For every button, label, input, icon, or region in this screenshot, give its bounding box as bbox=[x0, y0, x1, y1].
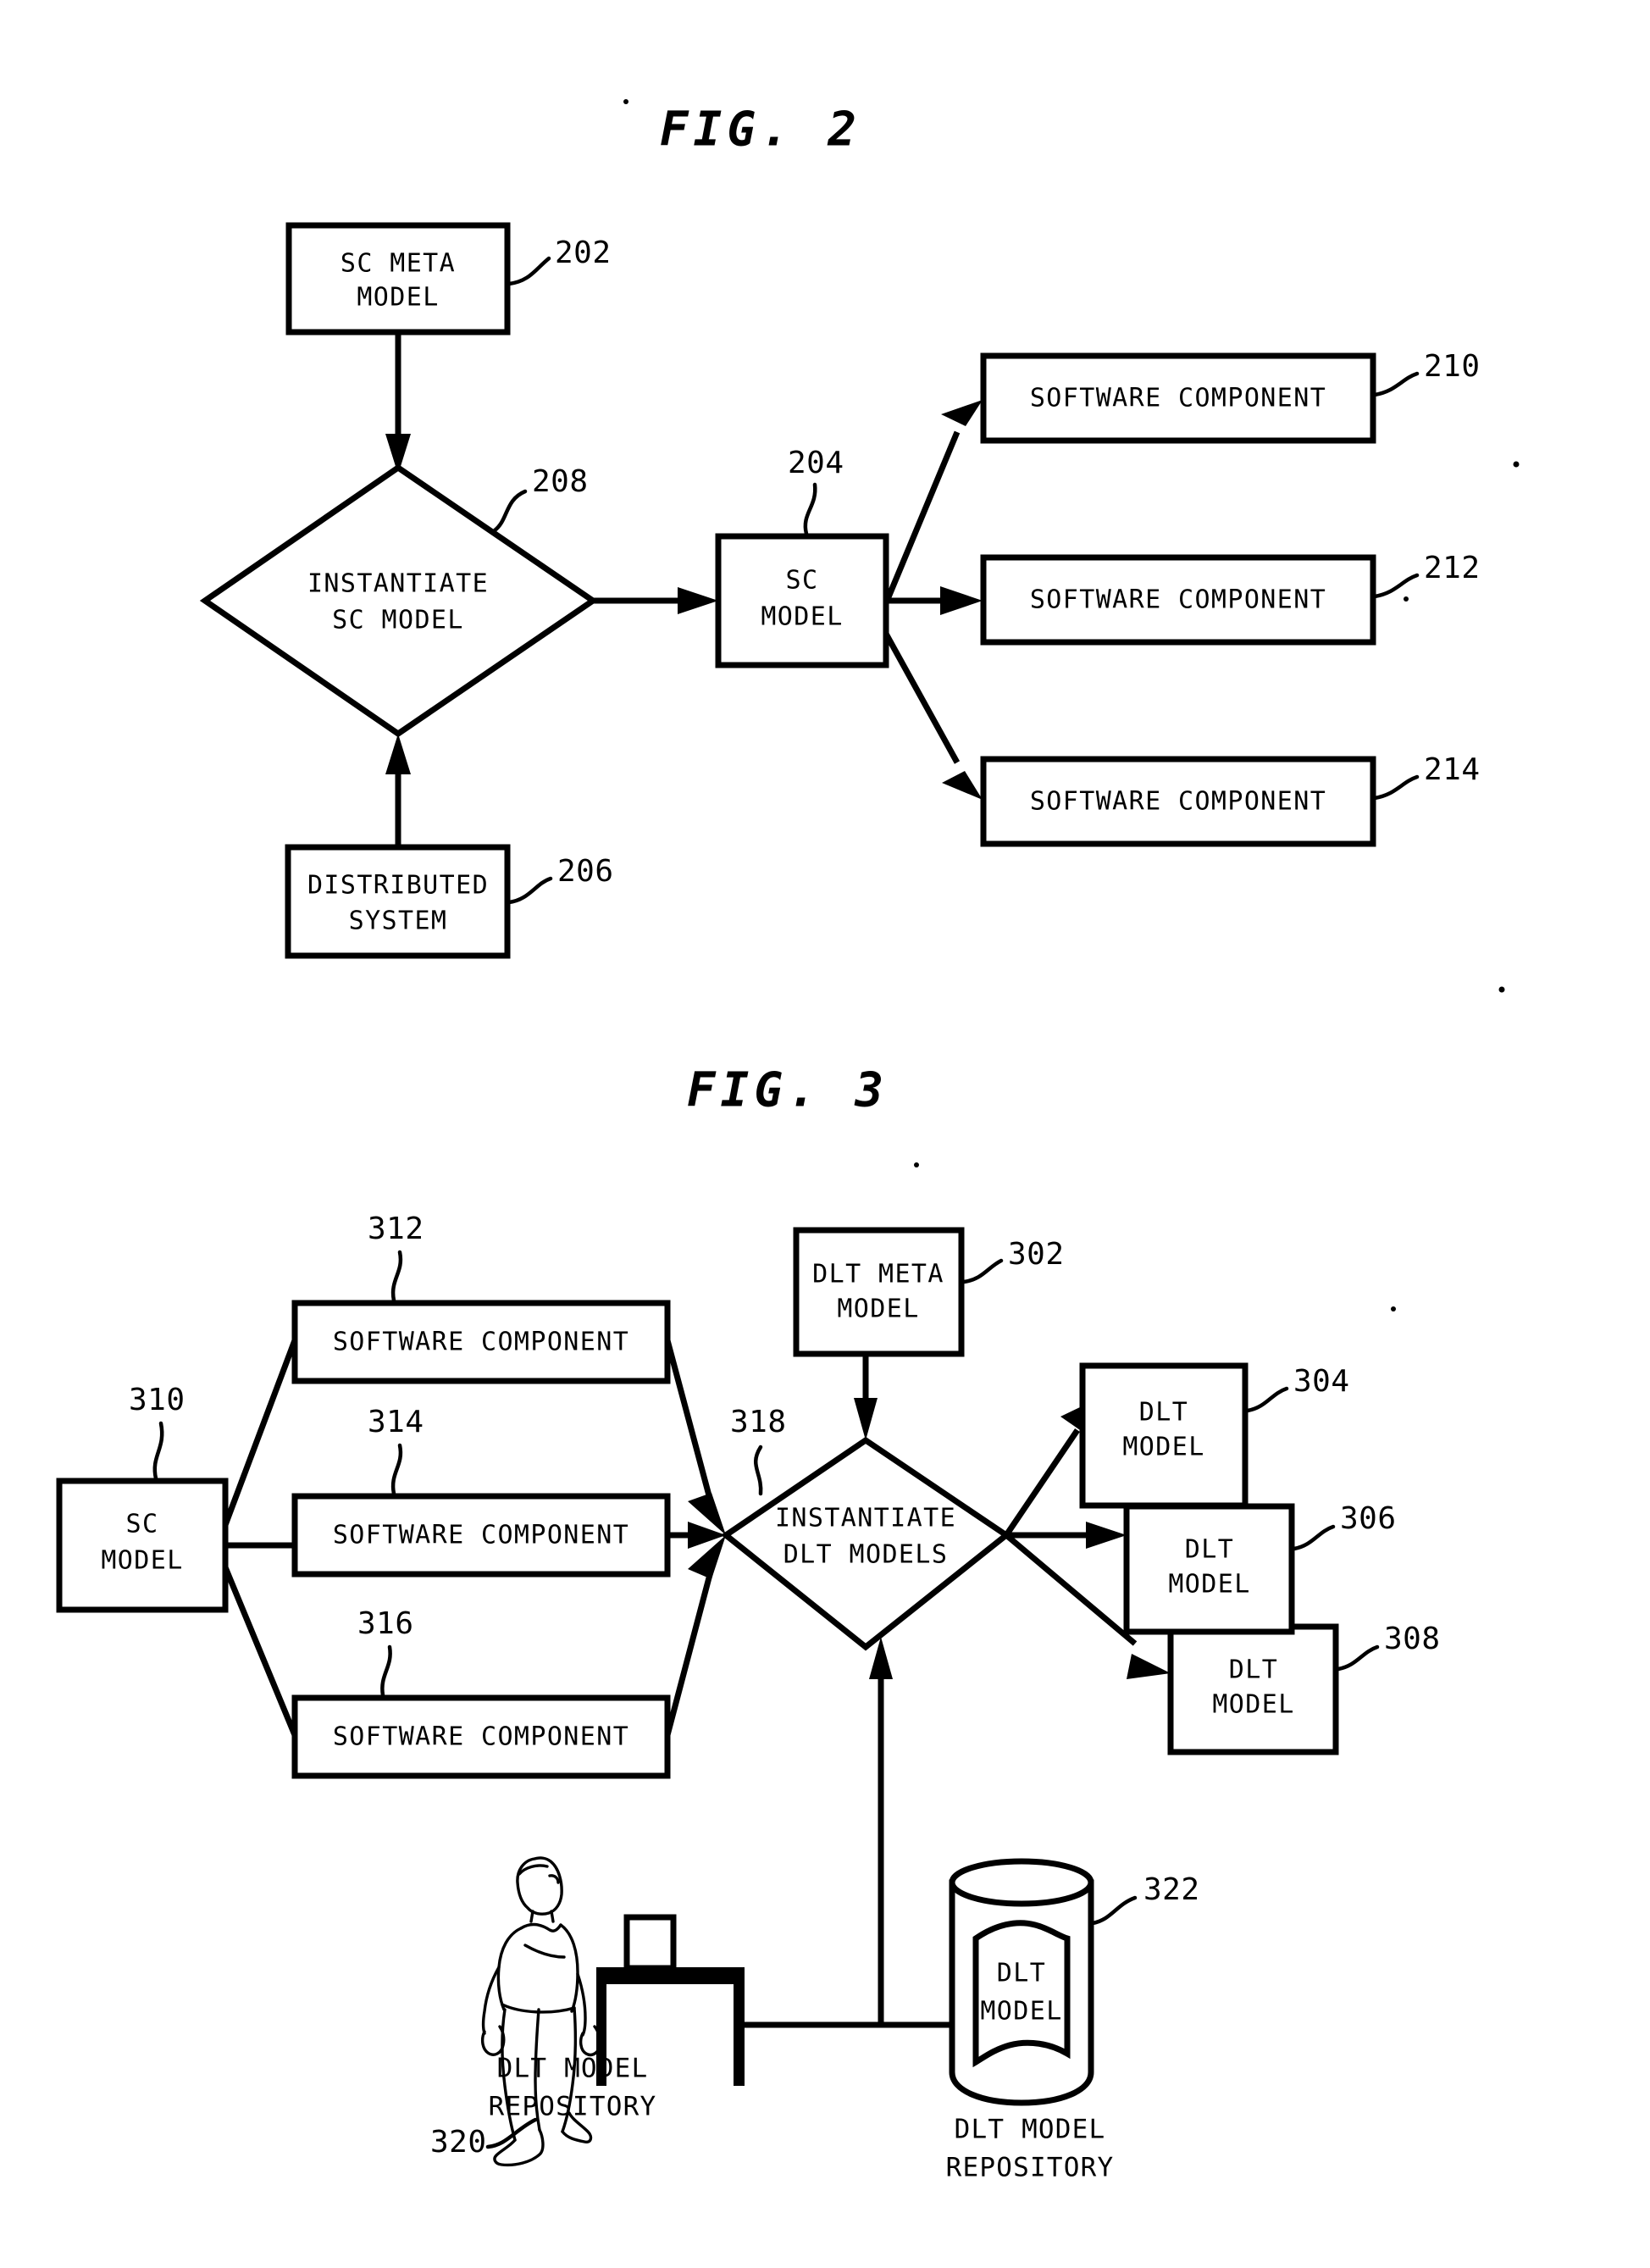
dlt-model-308-label-line2: MODEL bbox=[1212, 1690, 1294, 1720]
ref-numeral-206: 206 bbox=[557, 854, 614, 889]
scan-speck bbox=[1391, 1306, 1396, 1311]
database-caption-line1: DLT MODEL bbox=[955, 2115, 1106, 2145]
distributed-system-label-line2: SYSTEM bbox=[349, 907, 448, 936]
instantiate-sc-model-label-line2: SC MODEL bbox=[332, 606, 464, 635]
dlt-meta-model-box[interactable] bbox=[793, 1227, 965, 1357]
software-component-316-label: SOFTWARE COMPONENT bbox=[333, 1722, 629, 1752]
desk-leg-right bbox=[734, 1984, 745, 2086]
software-component-214-label: SOFTWARE COMPONENT bbox=[1030, 787, 1326, 817]
distributed-system-box[interactable] bbox=[285, 844, 511, 959]
fig2-title: FIG. 2 bbox=[660, 103, 861, 158]
computer-tower-icon bbox=[623, 1914, 677, 1971]
database-caption-line2: REPOSITORY bbox=[946, 2153, 1115, 2183]
scan-speck bbox=[1404, 596, 1409, 602]
ref-numeral-302: 302 bbox=[1008, 1237, 1065, 1272]
sc-model-box-fig2[interactable] bbox=[715, 533, 889, 668]
sc-model-fig3-label-line2: MODEL bbox=[101, 1546, 183, 1576]
dlt-meta-model-label-line2: MODEL bbox=[837, 1295, 919, 1324]
instantiate-dlt-models-label-line1: INSTANTIATE bbox=[775, 1504, 956, 1533]
ref-numeral-322: 322 bbox=[1143, 1872, 1200, 1907]
desk-top bbox=[596, 1967, 745, 1984]
ref-numeral-310: 310 bbox=[129, 1383, 185, 1417]
software-component-314-label: SOFTWARE COMPONENT bbox=[333, 1521, 629, 1550]
scan-speck bbox=[623, 99, 628, 104]
cylinder-document-shape bbox=[972, 1920, 1071, 2068]
instantiate-sc-model-label-line1: INSTANTIATE bbox=[307, 569, 489, 599]
dlt-model-308-label-line1: DLT bbox=[1229, 1655, 1278, 1685]
ref-numeral-306: 306 bbox=[1340, 1501, 1397, 1536]
workstation-caption-line1: DLT MODEL bbox=[497, 2054, 649, 2084]
workstation-caption-line2: REPOSITORY bbox=[489, 2092, 657, 2122]
ref-numeral-208: 208 bbox=[532, 464, 589, 499]
page-background bbox=[0, 0, 1650, 2268]
ref-numeral-312: 312 bbox=[368, 1212, 424, 1246]
sc-meta-model-label-line1: SC META bbox=[341, 249, 456, 279]
ref-numeral-314: 314 bbox=[368, 1405, 424, 1439]
scan-speck bbox=[914, 1162, 919, 1167]
ref-numeral-304: 304 bbox=[1293, 1364, 1350, 1399]
sc-model-fig2-label-line1: SC bbox=[786, 566, 819, 596]
instantiate-dlt-models-label-line2: DLT MODELS bbox=[783, 1540, 949, 1570]
cylinder-top bbox=[949, 1858, 1094, 1907]
sc-model-fig3-label-line1: SC bbox=[126, 1510, 159, 1539]
software-component-212-label: SOFTWARE COMPONENT bbox=[1030, 585, 1326, 615]
dlt-model-306-label-line1: DLT bbox=[1185, 1535, 1234, 1565]
ref-numeral-202: 202 bbox=[555, 236, 612, 270]
ref-numeral-210: 210 bbox=[1424, 349, 1481, 384]
scan-speck bbox=[1498, 986, 1505, 993]
ref-numeral-212: 212 bbox=[1424, 551, 1481, 585]
sc-model-fig2-label-line2: MODEL bbox=[761, 602, 843, 632]
ref-numeral-320: 320 bbox=[430, 2125, 487, 2160]
patent-drawing-sheet: FIG. 2 SC META MODEL 202 INSTANTIATE SC … bbox=[0, 0, 1650, 2268]
dlt-model-304-label-line1: DLT bbox=[1139, 1398, 1188, 1428]
dlt-model-304-label-line2: MODEL bbox=[1122, 1433, 1204, 1462]
distributed-system-label-line1: DISTRIBUTED bbox=[307, 871, 489, 901]
dlt-model-306-label-line2: MODEL bbox=[1168, 1570, 1250, 1600]
ref-numeral-316: 316 bbox=[357, 1606, 414, 1641]
software-component-210-label: SOFTWARE COMPONENT bbox=[1030, 384, 1326, 413]
cylinder-label-line2: MODEL bbox=[980, 1997, 1062, 2027]
fig3-title: FIG. 3 bbox=[687, 1063, 889, 1118]
scan-speck bbox=[1513, 461, 1520, 468]
ref-numeral-214: 214 bbox=[1424, 752, 1481, 787]
ref-numeral-308: 308 bbox=[1384, 1622, 1441, 1656]
ref-numeral-318: 318 bbox=[730, 1405, 787, 1439]
ref-numeral-204: 204 bbox=[788, 446, 844, 480]
sc-meta-model-label-line2: MODEL bbox=[357, 283, 439, 313]
cylinder-label-line1: DLT bbox=[997, 1959, 1046, 1988]
software-component-312-label: SOFTWARE COMPONENT bbox=[333, 1328, 629, 1357]
sc-meta-model-box[interactable] bbox=[285, 222, 511, 335]
dlt-meta-model-label-line1: DLT META bbox=[812, 1260, 944, 1289]
